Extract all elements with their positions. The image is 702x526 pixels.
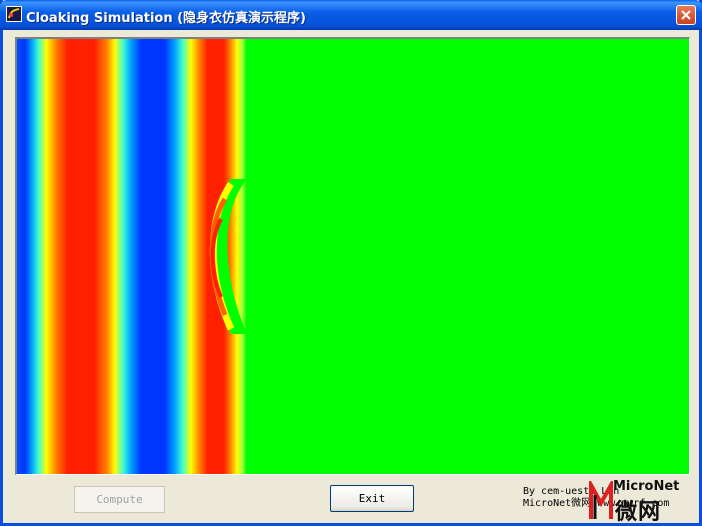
window-title: Cloaking Simulation (隐身衣仿真演示程序) xyxy=(26,11,307,26)
app-icon xyxy=(6,6,22,22)
incident-wavefronts xyxy=(17,39,688,474)
main-window: Cloaking Simulation (隐身衣仿真演示程序) Compute … xyxy=(0,0,702,526)
simulation-view xyxy=(15,37,690,475)
compute-button[interactable]: Compute xyxy=(74,486,165,513)
title-bar[interactable]: Cloaking Simulation (隐身衣仿真演示程序) xyxy=(0,0,702,30)
watermark-chinese: 微网 xyxy=(615,500,662,525)
watermark-brand: MicroNet xyxy=(613,479,680,494)
micronet-logo-icon xyxy=(589,481,613,519)
wave-field-plot xyxy=(17,39,688,474)
exit-button[interactable]: Exit xyxy=(330,485,414,512)
close-icon xyxy=(681,10,691,20)
micronet-watermark: MicroNet 微网 xyxy=(589,478,702,525)
close-button[interactable] xyxy=(676,5,696,25)
